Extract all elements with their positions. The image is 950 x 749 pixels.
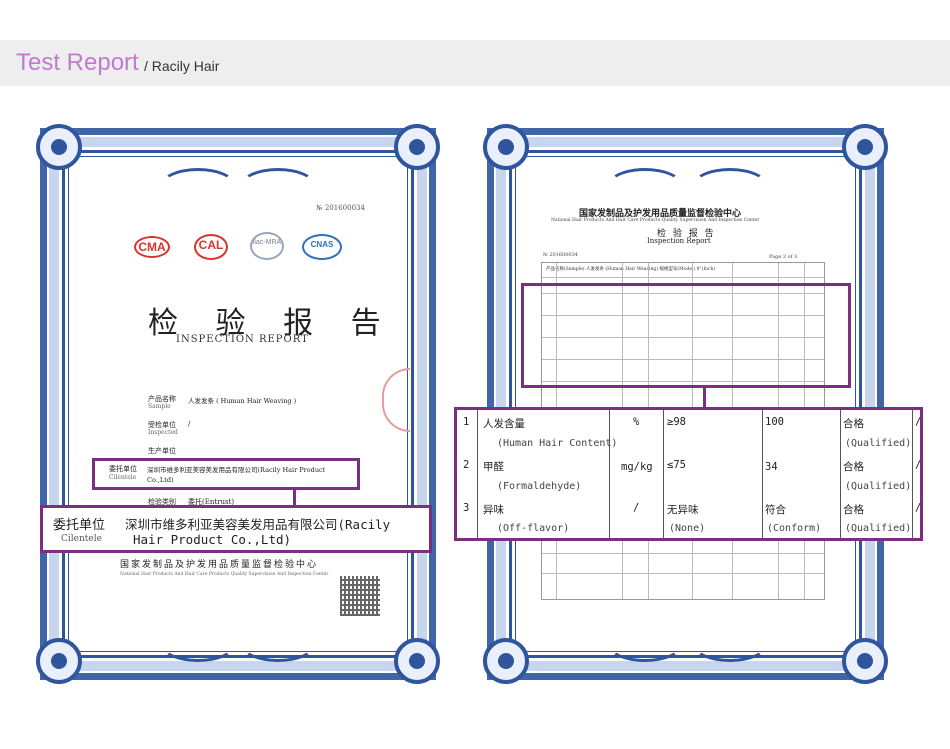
corner-ornament <box>394 124 440 170</box>
field-label: 委托单位 <box>109 465 137 473</box>
cal-logo: CAL <box>194 234 228 260</box>
remark: / <box>915 459 922 471</box>
field-label-en: Inspected <box>148 429 178 436</box>
report-number: № 201600034 <box>316 204 365 212</box>
corner-ornament <box>483 638 529 684</box>
corner-ornament <box>483 124 529 170</box>
corner-ornament <box>36 124 82 170</box>
cma-logo: CMA <box>134 236 170 258</box>
client-highlight-box: 委托单位 Cilentele 深圳市维多利亚美容美发用品有限公司(Racily … <box>92 458 360 490</box>
test-item-cn: 甲醛 <box>483 461 504 473</box>
corner-ornament <box>842 124 888 170</box>
conclusion-cn: 合格 <box>843 504 864 516</box>
test-item-en: (Formaldehyde) <box>497 481 582 492</box>
results-title-en: Inspection Report <box>647 237 711 245</box>
requirement: 无异味 <box>667 504 699 516</box>
result: 34 <box>765 461 778 473</box>
field-value: / <box>188 420 191 428</box>
requirement-en: (None) <box>669 523 706 534</box>
row-number: 2 <box>463 459 470 471</box>
conclusion-en: (Qualified) <box>845 438 912 449</box>
inspection-certificate-cover: № 201600034 CMA CAL ilac-MRA CNAS 检 验 报 … <box>36 124 440 684</box>
test-item-en: (Human Hair Content) <box>497 438 618 449</box>
unit: % <box>633 416 640 428</box>
zoom-client-line1: 深圳市维多利亚美容美发用品有限公司(Racily <box>125 517 391 532</box>
issuer-header-en: National Hair Products And Hair Care Pro… <box>551 218 760 223</box>
field-label-en: Sample <box>148 403 171 410</box>
remark: / <box>915 416 922 428</box>
conclusion-cn: 合格 <box>843 418 864 430</box>
corner-ornament <box>36 638 82 684</box>
row-number: 1 <box>463 416 470 428</box>
test-item-cn: 人发含量 <box>483 418 525 430</box>
client-zoom-panel: 委托单位 Cilentele 深圳市维多利亚美容美发用品有限公司(Racily … <box>40 505 432 553</box>
cnas-logo: CNAS <box>302 234 342 260</box>
zoom-label-cn: 委托单位 <box>53 518 106 533</box>
requirement: ≥98 <box>667 416 686 428</box>
result: 100 <box>765 416 784 428</box>
unit: mg/kg <box>621 461 653 473</box>
inspection-certificate-results: 国家发制品及护发用品质量监督检验中心 National Hair Product… <box>483 124 888 684</box>
ilac-logo: ilac-MRA <box>250 232 284 260</box>
zoom-client-line2: Hair Product Co.,Ltd) <box>133 532 292 547</box>
field-label-en: Cilentele <box>109 474 137 481</box>
connector-line <box>293 490 296 506</box>
conclusion-en: (Qualified) <box>845 481 912 492</box>
qr-code <box>340 576 380 616</box>
results-highlight-box <box>521 283 851 388</box>
result-en: (Conform) <box>767 523 822 534</box>
report-title-en: INSPECTION REPORT <box>176 334 309 345</box>
field-label: 生产单位 <box>148 447 176 455</box>
remark: / <box>915 502 922 514</box>
issuer-name-cn: 国家发制品及护发用品质量监督检验中心 <box>120 560 319 570</box>
requirement: ≤75 <box>667 459 686 471</box>
unit: / <box>633 502 640 514</box>
page-subtitle: / Racily Hair <box>144 58 220 74</box>
result: 符合 <box>765 504 786 516</box>
results-zoom-table: 1 人发含量 (Human Hair Content) % ≥98 100 合格… <box>454 407 923 541</box>
field-value: 人发发条 ( Human Hair Weaving ) <box>188 397 297 405</box>
report-number: № 201600034 <box>543 252 578 258</box>
corner-ornament <box>394 638 440 684</box>
field-value: 深圳市维多利亚美容美发用品有限公司(Racily Hair Product Co… <box>147 466 326 484</box>
page-indicator: Page 2 of 3 <box>769 254 798 260</box>
issuer-name-en: National Hair Products And Hair Care Pro… <box>120 572 329 577</box>
sample-row: 产品名称(Sample) 人发发条 (Human Hair Weaving) 规… <box>546 267 716 272</box>
test-item-cn: 异味 <box>483 504 504 516</box>
page-header: Test Report / Racily Hair <box>0 40 950 86</box>
corner-ornament <box>842 638 888 684</box>
test-item-en: (Off-flavor) <box>497 523 570 534</box>
page-title: Test Report <box>16 49 139 76</box>
connector-line <box>703 388 706 408</box>
conclusion-cn: 合格 <box>843 461 864 473</box>
row-number: 3 <box>463 502 470 514</box>
conclusion-en: (Qualified) <box>845 523 912 534</box>
zoom-label-en: Cilentele <box>61 534 102 544</box>
